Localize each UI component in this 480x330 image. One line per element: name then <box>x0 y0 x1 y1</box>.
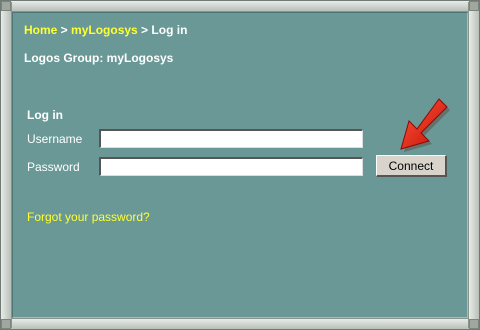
frame-top-border <box>2 1 478 12</box>
forgot-password-link[interactable]: Forgot your password? <box>27 210 150 224</box>
password-label: Password <box>27 160 80 174</box>
breadcrumb: Home > myLogosys > Log in <box>24 23 187 37</box>
breadcrumb-home-link[interactable]: Home <box>24 23 57 37</box>
frame-left-border <box>1 2 12 328</box>
frame-corner <box>1 319 11 329</box>
frame-corner <box>1 1 11 11</box>
username-label: Username <box>27 132 83 146</box>
breadcrumb-separator: > <box>57 23 72 37</box>
frame-right-border <box>468 2 479 328</box>
frame-corner <box>469 319 479 329</box>
login-panel: Home > myLogosys > Log in Logos Group: m… <box>12 12 468 318</box>
frame-bottom-border <box>2 318 478 329</box>
breadcrumb-separator: > <box>137 23 152 37</box>
breadcrumb-current: Log in <box>151 23 188 37</box>
window-frame: Home > myLogosys > Log in Logos Group: m… <box>0 0 480 330</box>
group-title: Logos Group: myLogosys <box>24 51 174 65</box>
password-input[interactable] <box>99 157 363 176</box>
breadcrumb-mylogosys-link[interactable]: myLogosys <box>71 23 138 37</box>
connect-button[interactable]: Connect <box>376 155 447 177</box>
login-heading: Log in <box>27 108 63 122</box>
red-arrow-icon <box>400 98 450 152</box>
username-input[interactable] <box>99 129 363 148</box>
frame-corner <box>469 1 479 11</box>
